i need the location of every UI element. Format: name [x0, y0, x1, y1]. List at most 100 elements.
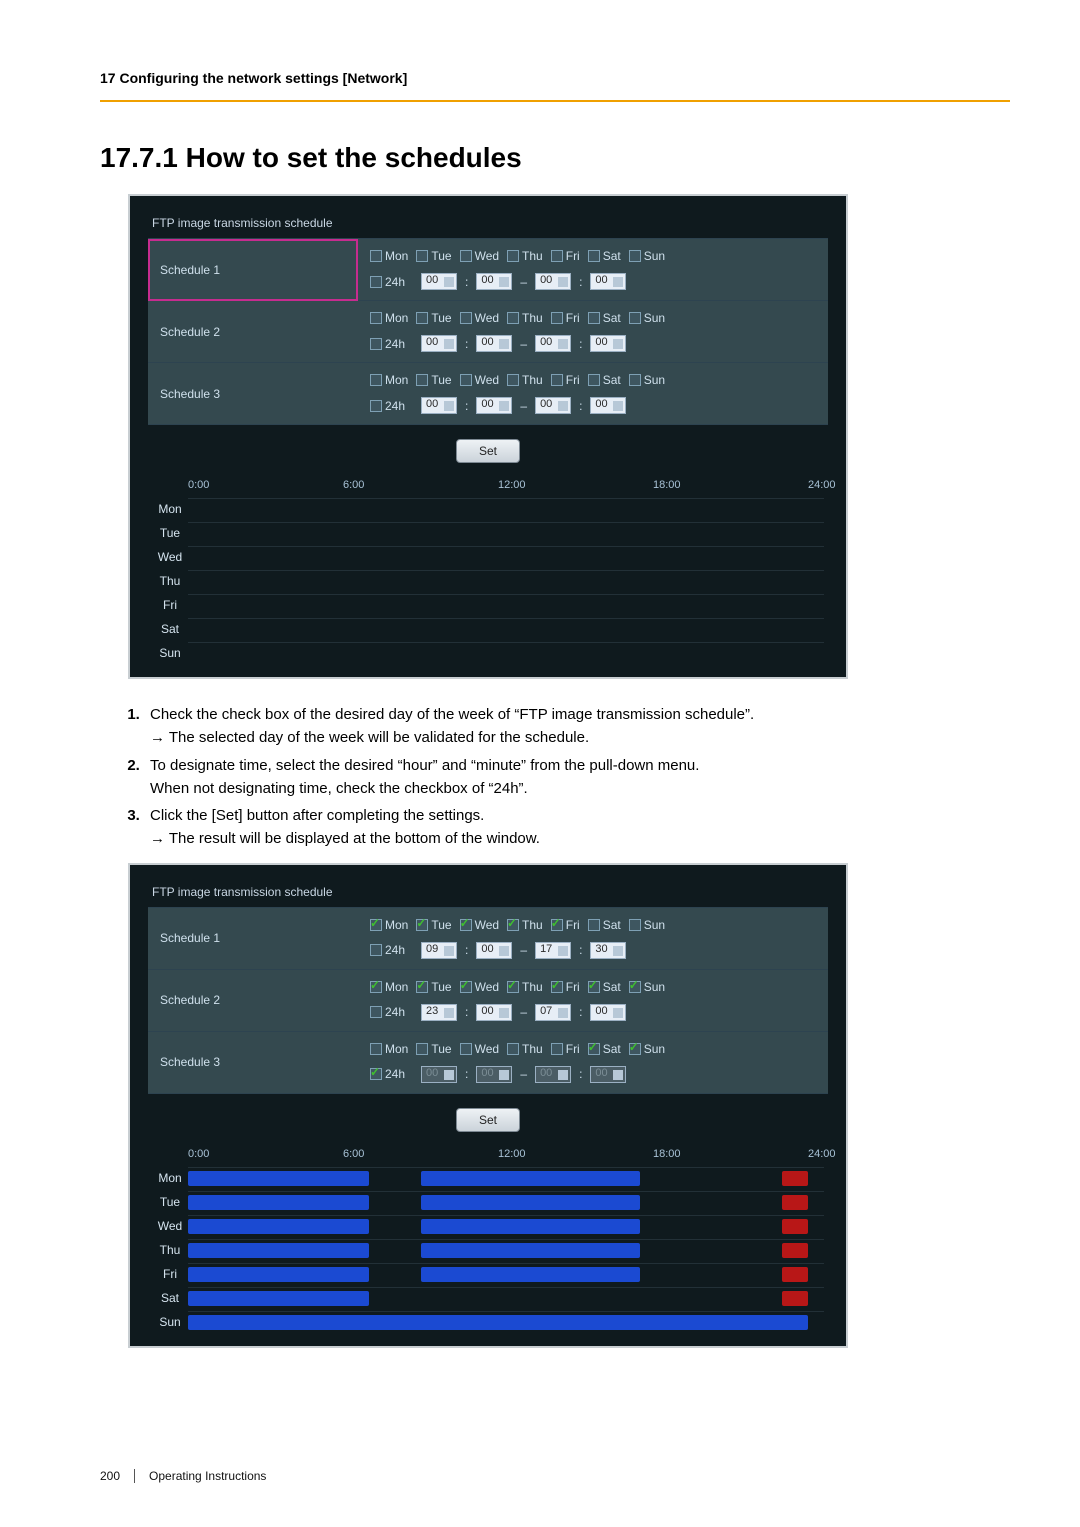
select-minute-start[interactable]: 00 — [476, 273, 512, 290]
grid-day-label: Thu — [152, 574, 188, 588]
day-checkbox-tue[interactable]: Tue — [416, 980, 451, 994]
day-checkbox-wed[interactable]: Wed — [460, 918, 499, 932]
day-checkbox-mon[interactable]: Mon — [370, 1042, 408, 1056]
grid-row-sun: Sun — [152, 641, 824, 665]
day-checkbox-fri[interactable]: Fri — [551, 980, 580, 994]
schedule-label: Schedule 1 — [148, 239, 358, 301]
day-label: Sun — [644, 249, 665, 263]
schedule-bar — [421, 1171, 641, 1186]
select-hour-end[interactable]: 00 — [535, 397, 571, 414]
day-checkbox-fri[interactable]: Fri — [551, 311, 580, 325]
set-button[interactable]: Set — [456, 439, 520, 463]
day-checkbox-sun[interactable]: Sun — [629, 373, 665, 387]
set-button[interactable]: Set — [456, 1108, 520, 1132]
day-checkbox-sun[interactable]: Sun — [629, 311, 665, 325]
day-checkbox-wed[interactable]: Wed — [460, 980, 499, 994]
grid-day-label: Sat — [152, 622, 188, 636]
day-checkbox-fri[interactable]: Fri — [551, 918, 580, 932]
checkbox-icon — [370, 1043, 382, 1055]
select-hour-end[interactable]: 00 — [535, 335, 571, 352]
day-checkbox-mon[interactable]: Mon — [370, 311, 408, 325]
day-checkbox-sat[interactable]: Sat — [588, 249, 621, 263]
day-checkbox-thu[interactable]: Thu — [507, 373, 543, 387]
grid-day-label: Fri — [152, 598, 188, 612]
checkbox-24h[interactable]: 24h — [370, 1005, 405, 1019]
select-minute-start[interactable]: 00 — [476, 397, 512, 414]
select-hour-end[interactable]: 07 — [535, 1004, 571, 1021]
day-checkbox-thu[interactable]: Thu — [507, 980, 543, 994]
day-label: Fri — [566, 1042, 580, 1056]
instruction-step: Check the check box of the desired day o… — [144, 703, 1010, 750]
schedule-bar — [782, 1243, 808, 1258]
select-minute-end[interactable]: 30 — [590, 942, 626, 959]
select-minute-end[interactable]: 00 — [590, 273, 626, 290]
checkbox-24h[interactable]: 24h — [370, 275, 405, 289]
day-checkbox-sun[interactable]: Sun — [629, 918, 665, 932]
day-checkbox-thu[interactable]: Thu — [507, 311, 543, 325]
day-checkbox-sat[interactable]: Sat — [588, 373, 621, 387]
day-label: Fri — [566, 249, 580, 263]
instruction-step: To designate time, select the desired “h… — [144, 754, 1010, 801]
day-checkbox-tue[interactable]: Tue — [416, 311, 451, 325]
day-checkbox-sun[interactable]: Sun — [629, 980, 665, 994]
day-checkbox-sun[interactable]: Sun — [629, 1042, 665, 1056]
select-hour-end[interactable]: 17 — [535, 942, 571, 959]
day-checkbox-thu[interactable]: Thu — [507, 249, 543, 263]
checkbox-24h[interactable]: 24h — [370, 337, 405, 351]
day-rows: MonTueWedThuFriSatSun — [152, 497, 824, 665]
day-checkbox-mon[interactable]: Mon — [370, 249, 408, 263]
week-grid: 0:006:0012:0018:0024:00 MonTueWedThuFriS… — [148, 1142, 828, 1334]
day-checkbox-wed[interactable]: Wed — [460, 373, 499, 387]
day-checkbox-mon[interactable]: Mon — [370, 373, 408, 387]
day-checkbox-tue[interactable]: Tue — [416, 249, 451, 263]
grid-row-fri: Fri — [152, 593, 824, 617]
select-hour-start[interactable]: 00 — [421, 273, 457, 290]
schedule-table: Schedule 1MonTueWedThuFriSatSun24h00:00–… — [148, 238, 828, 425]
grid-row-fri: Fri — [152, 1262, 824, 1286]
checkbox-icon — [507, 1043, 519, 1055]
day-label: Sat — [603, 373, 621, 387]
day-checkbox-sat[interactable]: Sat — [588, 918, 621, 932]
day-label: Wed — [475, 373, 499, 387]
day-checkbox-fri[interactable]: Fri — [551, 373, 580, 387]
checkbox-24h[interactable]: 24h — [370, 1067, 405, 1081]
day-checkbox-fri[interactable]: Fri — [551, 1042, 580, 1056]
day-checkbox-fri[interactable]: Fri — [551, 249, 580, 263]
select-hour-end[interactable]: 00 — [535, 273, 571, 290]
grid-slot — [188, 522, 824, 544]
day-checkbox-thu[interactable]: Thu — [507, 918, 543, 932]
select-hour-start[interactable]: 00 — [421, 335, 457, 352]
checkbox-icon — [629, 312, 641, 324]
select-minute-end[interactable]: 00 — [590, 397, 626, 414]
grid-row-mon: Mon — [152, 1166, 824, 1190]
day-checkbox-thu[interactable]: Thu — [507, 1042, 543, 1056]
select-minute-end[interactable]: 00 — [590, 335, 626, 352]
day-checkbox-mon[interactable]: Mon — [370, 918, 408, 932]
panel-title: FTP image transmission schedule — [148, 214, 828, 238]
day-label: Sun — [644, 311, 665, 325]
day-checkbox-tue[interactable]: Tue — [416, 373, 451, 387]
select-hour-start[interactable]: 00 — [421, 397, 457, 414]
select-hour-end: 00 — [535, 1066, 571, 1083]
checkbox-24h[interactable]: 24h — [370, 943, 405, 957]
day-checkbox-tue[interactable]: Tue — [416, 918, 451, 932]
select-minute-start[interactable]: 00 — [476, 335, 512, 352]
day-checkbox-wed[interactable]: Wed — [460, 1042, 499, 1056]
select-minute-end[interactable]: 00 — [590, 1004, 626, 1021]
day-checkbox-sat[interactable]: Sat — [588, 980, 621, 994]
checkbox-24h[interactable]: 24h — [370, 399, 405, 413]
select-minute-start[interactable]: 00 — [476, 1004, 512, 1021]
day-checkbox-wed[interactable]: Wed — [460, 249, 499, 263]
select-hour-start[interactable]: 09 — [421, 942, 457, 959]
day-checkbox-sun[interactable]: Sun — [629, 249, 665, 263]
checkbox-icon — [588, 1043, 600, 1055]
day-checkbox-sat[interactable]: Sat — [588, 1042, 621, 1056]
day-label: Sat — [603, 249, 621, 263]
day-checkbox-mon[interactable]: Mon — [370, 980, 408, 994]
day-checkbox-sat[interactable]: Sat — [588, 311, 621, 325]
day-checkbox-tue[interactable]: Tue — [416, 1042, 451, 1056]
select-minute-start[interactable]: 00 — [476, 942, 512, 959]
day-label: Wed — [475, 311, 499, 325]
day-checkbox-wed[interactable]: Wed — [460, 311, 499, 325]
select-hour-start[interactable]: 23 — [421, 1004, 457, 1021]
